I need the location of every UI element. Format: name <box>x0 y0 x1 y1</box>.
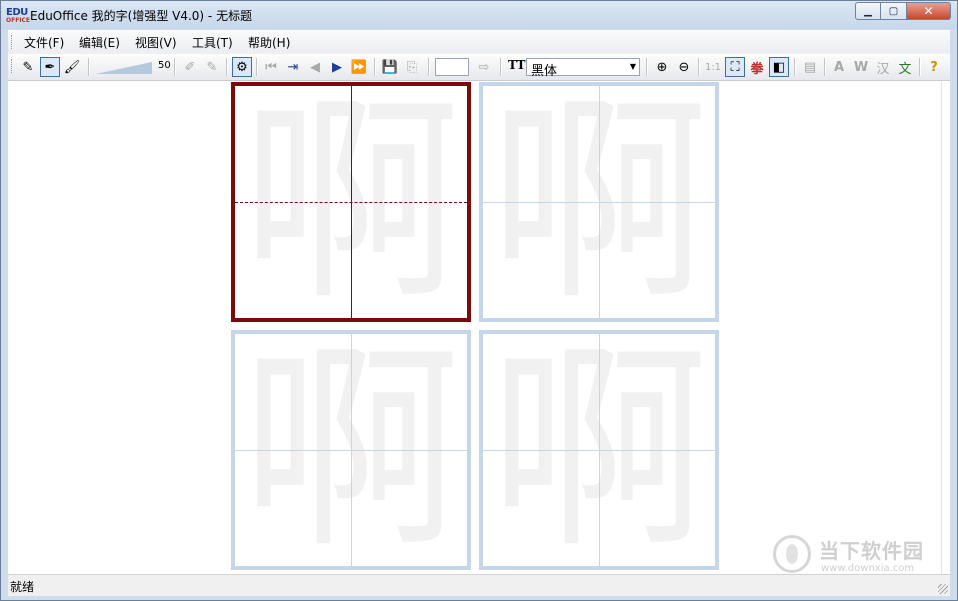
watermark-brand: 当下软件园 <box>819 539 924 563</box>
next-page-icon[interactable]: ▶ <box>327 57 347 77</box>
slider-track <box>96 62 152 74</box>
page-number-input[interactable] <box>435 58 469 76</box>
goto-page-icon[interactable]: ⇨ <box>474 57 494 77</box>
toolbar-separator <box>698 58 700 76</box>
fast-forward-icon[interactable]: ⏩ <box>349 57 369 77</box>
cell-guide-vertical <box>599 86 600 318</box>
eraser-icon[interactable]: ✐ <box>180 57 200 77</box>
font-select[interactable]: 黑体 ▼ <box>526 58 640 79</box>
watermark: 当下软件园 www.downxia.com <box>771 533 946 581</box>
title-bar[interactable]: EDU OFFICE EduOffice 我的字(增强型 V4.0) - 无标题… <box>1 1 957 29</box>
toolbar-separator <box>646 58 648 76</box>
zoom-in-icon[interactable]: ⊕ <box>652 57 672 77</box>
window-title: EduOffice 我的字(增强型 V4.0) - 无标题 <box>30 9 253 23</box>
clear-icon[interactable]: ✎ <box>202 57 222 77</box>
toolbar-separator <box>174 58 176 76</box>
chevron-down-icon[interactable]: ▼ <box>630 62 636 71</box>
word-export-button[interactable]: W <box>851 57 871 77</box>
vertical-scrollbar[interactable] <box>941 81 950 574</box>
window-controls: ▁ ▢ ✕ <box>855 2 951 21</box>
menu-tools[interactable]: 工具(T) <box>192 34 233 51</box>
toolbar-separator <box>794 58 796 76</box>
toolbar-separator <box>226 58 228 76</box>
first-page-icon[interactable]: ⏮ <box>261 57 281 77</box>
toolbar-separator <box>374 58 376 76</box>
cell-guide-vertical <box>351 86 352 318</box>
toolbar-grip[interactable] <box>11 59 14 73</box>
chinese-han-button[interactable]: 汉 <box>873 57 893 77</box>
stroke-width-slider[interactable] <box>96 59 156 75</box>
stroke-order-button[interactable]: 拳 <box>747 57 767 77</box>
pencil-icon[interactable]: ✎ <box>18 57 38 77</box>
menu-edit[interactable]: 编辑(E) <box>79 34 120 51</box>
toolbar-separator <box>500 58 502 76</box>
grid-cell[interactable]: 啊 <box>479 330 719 570</box>
fit-page-icon[interactable]: ⛶ <box>725 57 745 77</box>
toolbar-separator <box>919 58 921 76</box>
client-area: 文件(F) 编辑(E) 视图(V) 工具(T) 帮助(H) ✎ ✒ 🖌 50 ✐… <box>8 30 950 596</box>
brush-icon[interactable]: 🖌 <box>62 57 82 77</box>
actual-size-button[interactable]: 1:1 <box>703 57 723 77</box>
stroke-width-value: 50 <box>158 60 171 71</box>
toolbar-separator <box>428 58 430 76</box>
status-text: 就绪 <box>10 580 35 594</box>
close-button[interactable]: ✕ <box>907 2 951 20</box>
watermark-logo-icon <box>773 535 811 573</box>
menubar-grip[interactable] <box>11 35 14 49</box>
toolbar: ✎ ✒ 🖌 50 ✐ ✎ ⚙ ⏮ ⇥ ◀ ▶ ⏩ 💾 ⎘ ⇨ TT 黑体 ▼ ⊕… <box>8 54 950 81</box>
grid-cell[interactable]: 啊 <box>231 330 471 570</box>
app-logo-icon: EDU OFFICE <box>6 7 30 24</box>
grid-select-icon[interactable]: ⚙ <box>232 57 252 77</box>
pen-icon[interactable]: ✒ <box>40 57 60 77</box>
toolbar-separator <box>256 58 258 76</box>
writing-canvas[interactable]: 啊 啊 啊 啊 <box>8 81 942 574</box>
font-a-button[interactable]: A <box>829 57 849 77</box>
menu-bar: 文件(F) 编辑(E) 视图(V) 工具(T) 帮助(H) <box>8 30 950 52</box>
prev-page-icon[interactable]: ◀ <box>305 57 325 77</box>
help-button[interactable]: ? <box>924 57 944 77</box>
logo-text-office: OFFICE <box>6 17 31 24</box>
text-box-icon[interactable]: ▤ <box>800 57 820 77</box>
grid-cell[interactable]: 啊 <box>479 82 719 322</box>
export-icon[interactable]: ⎘ <box>402 57 422 77</box>
toolbar-separator <box>824 58 826 76</box>
chinese-wen-button[interactable]: 文 <box>895 57 915 77</box>
cell-guide-vertical <box>351 334 352 566</box>
minimize-button[interactable]: ▁ <box>855 2 881 20</box>
zoom-out-icon[interactable]: ⊖ <box>674 57 694 77</box>
save-icon[interactable]: 💾 <box>380 57 400 77</box>
app-window: EDU OFFICE EduOffice 我的字(增强型 V4.0) - 无标题… <box>0 0 958 601</box>
maximize-button[interactable]: ▢ <box>881 2 907 20</box>
menu-help[interactable]: 帮助(H) <box>248 34 290 51</box>
font-select-value: 黑体 <box>531 64 558 79</box>
cell-guide-vertical <box>599 334 600 566</box>
panel-toggle-icon[interactable]: ◧ <box>769 57 789 77</box>
toolbar-separator <box>88 58 90 76</box>
grid-cell[interactable]: 啊 <box>231 82 471 322</box>
resize-grip[interactable] <box>938 584 948 594</box>
last-page-icon[interactable]: ⇥ <box>283 57 303 77</box>
menu-file[interactable]: 文件(F) <box>24 34 64 51</box>
watermark-url: www.downxia.com <box>821 563 915 574</box>
menu-view[interactable]: 视图(V) <box>135 34 177 51</box>
font-icon: TT <box>508 58 526 72</box>
